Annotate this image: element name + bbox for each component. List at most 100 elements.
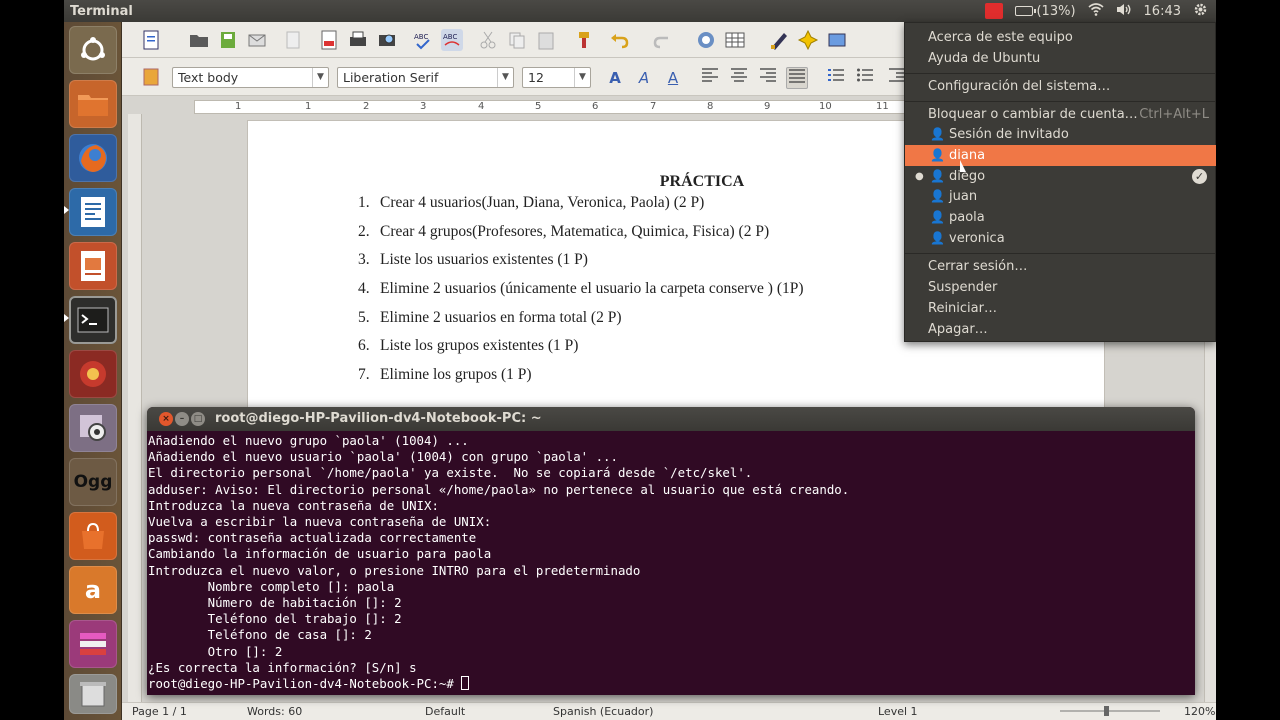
firefox-icon[interactable]	[69, 134, 117, 182]
svg-text:ABC: ABC	[414, 33, 428, 41]
menu-suspend[interactable]: Suspender	[905, 277, 1216, 298]
new-document-icon[interactable]	[140, 29, 162, 51]
gallery-icon[interactable]	[826, 29, 848, 51]
open-icon[interactable]	[188, 29, 210, 51]
edit-mode-icon[interactable]	[282, 29, 304, 51]
terminal-line: Teléfono de casa []: 2	[148, 627, 372, 643]
terminal-prompt[interactable]: root@diego-HP-Pavilion-dv4-Notebook-PC:~…	[148, 676, 1194, 692]
align-left-icon[interactable]	[699, 67, 721, 89]
terminal-line: Teléfono del trabajo []: 2	[148, 611, 402, 627]
text-cursor	[461, 676, 470, 691]
italic-icon[interactable]: A	[633, 67, 655, 89]
files-folder-icon[interactable]	[69, 80, 117, 128]
list-item: 3. Liste los usuarios existentes (1 P)	[358, 251, 588, 269]
session-gear-icon[interactable]	[1193, 2, 1208, 21]
terminal-line: Cambiando la información de usuario para…	[148, 546, 492, 562]
battery-percent: (13%)	[1036, 3, 1076, 19]
terminal-title: root@diego-HP-Pavilion-dv4-Notebook-PC: …	[215, 411, 542, 426]
hyperlink-icon[interactable]	[695, 29, 717, 51]
align-center-icon[interactable]	[728, 67, 750, 89]
chevron-down-icon[interactable]: ▼	[497, 68, 513, 87]
notification-indicator-icon[interactable]	[985, 3, 1004, 19]
menu-guest-session[interactable]: 👤 Sesión de invitado	[905, 124, 1216, 145]
red-app-icon[interactable]	[69, 350, 117, 398]
checkmark-icon: ✓	[1192, 169, 1207, 184]
paragraph-style-combo[interactable]: Text body ▼	[172, 67, 329, 88]
menu-about[interactable]: Acerca de este equipo	[905, 27, 1216, 48]
trash-icon[interactable]	[69, 674, 117, 714]
terminal-icon[interactable]	[69, 296, 117, 344]
user-icon: 👤	[930, 210, 945, 224]
undo-icon[interactable]	[608, 29, 630, 51]
numbering-icon[interactable]	[825, 67, 847, 89]
webcam-app-icon[interactable]	[69, 404, 117, 452]
terminal-titlebar[interactable]: × – □ root@diego-HP-Pavilion-dv4-Noteboo…	[147, 407, 1195, 431]
styles-formatting-icon[interactable]	[140, 66, 162, 88]
zoom-level[interactable]: 120%	[1184, 705, 1215, 718]
print-preview-icon[interactable]	[376, 29, 398, 51]
menu-user-juan[interactable]: 👤 juan	[905, 186, 1216, 207]
libreoffice-writer-icon[interactable]	[69, 188, 117, 236]
spellcheck-icon[interactable]: ABC	[412, 29, 434, 51]
menu-system-settings[interactable]: Configuración del sistema…	[905, 76, 1216, 97]
show-draw-functions-icon[interactable]	[768, 29, 790, 51]
justify-icon[interactable]	[786, 67, 808, 89]
navigator-icon[interactable]	[797, 29, 819, 51]
volume-icon[interactable]	[1116, 3, 1132, 20]
bullets-icon[interactable]	[854, 67, 876, 89]
chevron-down-icon[interactable]: ▼	[312, 68, 328, 87]
font-name-combo[interactable]: Liberation Serif ▼	[337, 67, 514, 88]
minimize-icon[interactable]: –	[175, 412, 189, 426]
amazon-icon[interactable]: a	[69, 566, 117, 614]
clock[interactable]: 16:43	[1144, 4, 1181, 19]
language[interactable]: Spanish (Ecuador)	[553, 705, 653, 718]
font-name-value: Liberation Serif	[343, 70, 439, 85]
terminal-output[interactable]: Añadiendo el nuevo grupo `paola' (1004) …	[147, 431, 1195, 694]
menu-separator	[905, 253, 1216, 254]
ruler-tick: 1	[235, 101, 242, 112]
export-pdf-icon[interactable]	[318, 29, 340, 51]
clone-formatting-icon[interactable]	[573, 29, 595, 51]
terminal-line: Vuelva a escribir la nueva contraseña de…	[148, 514, 492, 530]
chevron-down-icon[interactable]: ▼	[574, 68, 590, 87]
unity-launcher: Ogg a	[64, 22, 122, 720]
print-icon[interactable]	[347, 29, 369, 51]
font-size-combo[interactable]: 12 ▼	[522, 67, 591, 88]
page-style[interactable]: Default	[425, 705, 465, 718]
word-count: Words: 60	[247, 705, 303, 718]
align-right-icon[interactable]	[757, 67, 779, 89]
copy-icon[interactable]	[506, 29, 528, 51]
email-icon[interactable]	[246, 29, 268, 51]
battery-indicator[interactable]: (13%)	[1015, 3, 1076, 19]
ogg-converter-icon[interactable]: Ogg	[69, 458, 117, 506]
save-icon[interactable]	[217, 29, 239, 51]
underline-icon[interactable]: A	[662, 67, 684, 89]
terminal-window[interactable]: × – □ root@diego-HP-Pavilion-dv4-Noteboo…	[147, 407, 1195, 695]
redo-icon[interactable]	[652, 29, 674, 51]
stacked-app-icon[interactable]	[69, 620, 117, 668]
paste-icon[interactable]	[535, 29, 557, 51]
cut-icon[interactable]	[477, 29, 499, 51]
menu-restart[interactable]: Reiniciar…	[905, 298, 1216, 319]
menu-user-diana[interactable]: 👤 diana	[905, 145, 1216, 166]
software-center-icon[interactable]	[69, 512, 117, 560]
bold-icon[interactable]: A	[604, 67, 626, 89]
battery-icon	[1015, 6, 1037, 16]
menu-user-diego[interactable]: ● 👤 diego ✓	[905, 166, 1216, 187]
menu-logout[interactable]: Cerrar sesión…	[905, 256, 1216, 277]
menu-lock[interactable]: Bloquear o cambiar de cuenta… Ctrl+Alt+L	[905, 104, 1216, 125]
dash-home-icon[interactable]	[69, 26, 117, 74]
autospellcheck-icon[interactable]: ABC	[441, 29, 463, 51]
table-icon[interactable]	[724, 29, 746, 51]
menu-help[interactable]: Ayuda de Ubuntu	[905, 48, 1216, 69]
menu-user-veronica[interactable]: 👤 veronica	[905, 228, 1216, 249]
menu-shutdown[interactable]: Apagar…	[905, 319, 1216, 340]
libreoffice-impress-icon[interactable]	[69, 242, 117, 290]
close-icon[interactable]: ×	[159, 412, 173, 426]
active-app-title: Terminal	[70, 3, 133, 19]
ruler-tick: 11	[876, 101, 889, 112]
maximize-icon[interactable]: □	[191, 412, 205, 426]
menu-user-paola[interactable]: 👤 paola	[905, 207, 1216, 228]
wifi-icon[interactable]	[1088, 2, 1104, 20]
zoom-slider[interactable]	[1060, 705, 1160, 720]
